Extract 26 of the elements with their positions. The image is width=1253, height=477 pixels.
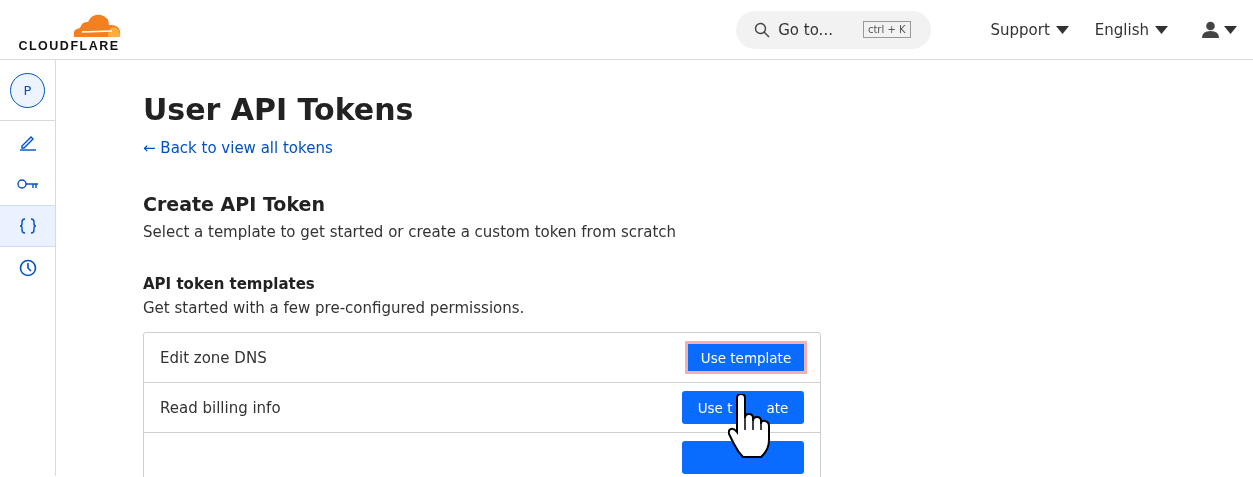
- templates-heading: API token templates: [143, 275, 316, 293]
- caret-icon: [1155, 25, 1168, 34]
- key-icon: [16, 178, 39, 190]
- back-link[interactable]: ← Back to view all tokens: [143, 139, 1253, 157]
- search-field[interactable]: Go to... ctrl + K: [736, 10, 931, 49]
- menu-dropdown[interactable]: English: [1094, 20, 1168, 39]
- sidebar-item[interactable]: [0, 205, 55, 247]
- page-title: User API Tokens: [143, 92, 415, 127]
- template-name: Read billing info: [160, 398, 281, 417]
- search-placeholder: Go to...: [778, 20, 833, 39]
- user-icon: [1202, 21, 1219, 38]
- braces-icon: [18, 217, 37, 235]
- shortcut-hint: ctrl + K: [862, 21, 911, 38]
- logo-wordmark[interactable]: CLOUDFLARE: [18, 38, 120, 53]
- template-name: Edit zone DNS: [160, 348, 267, 367]
- caret-icon: [1055, 25, 1069, 34]
- account-avatar[interactable]: P: [10, 72, 45, 108]
- templates-description: Get started with a few pre-configured permissions.: [143, 299, 526, 317]
- user-menu[interactable]: [1202, 21, 1237, 38]
- caret-icon: [1224, 25, 1237, 34]
- section-description: Select a template to get started or create a custom token from scratch: [143, 223, 678, 241]
- search-icon: [754, 21, 771, 38]
- menu-dropdown[interactable]: Support: [990, 20, 1069, 39]
- use-template-button[interactable]: Use template: [688, 344, 804, 371]
- clock-icon: [18, 259, 37, 277]
- section-title: Create API Token: [143, 193, 326, 215]
